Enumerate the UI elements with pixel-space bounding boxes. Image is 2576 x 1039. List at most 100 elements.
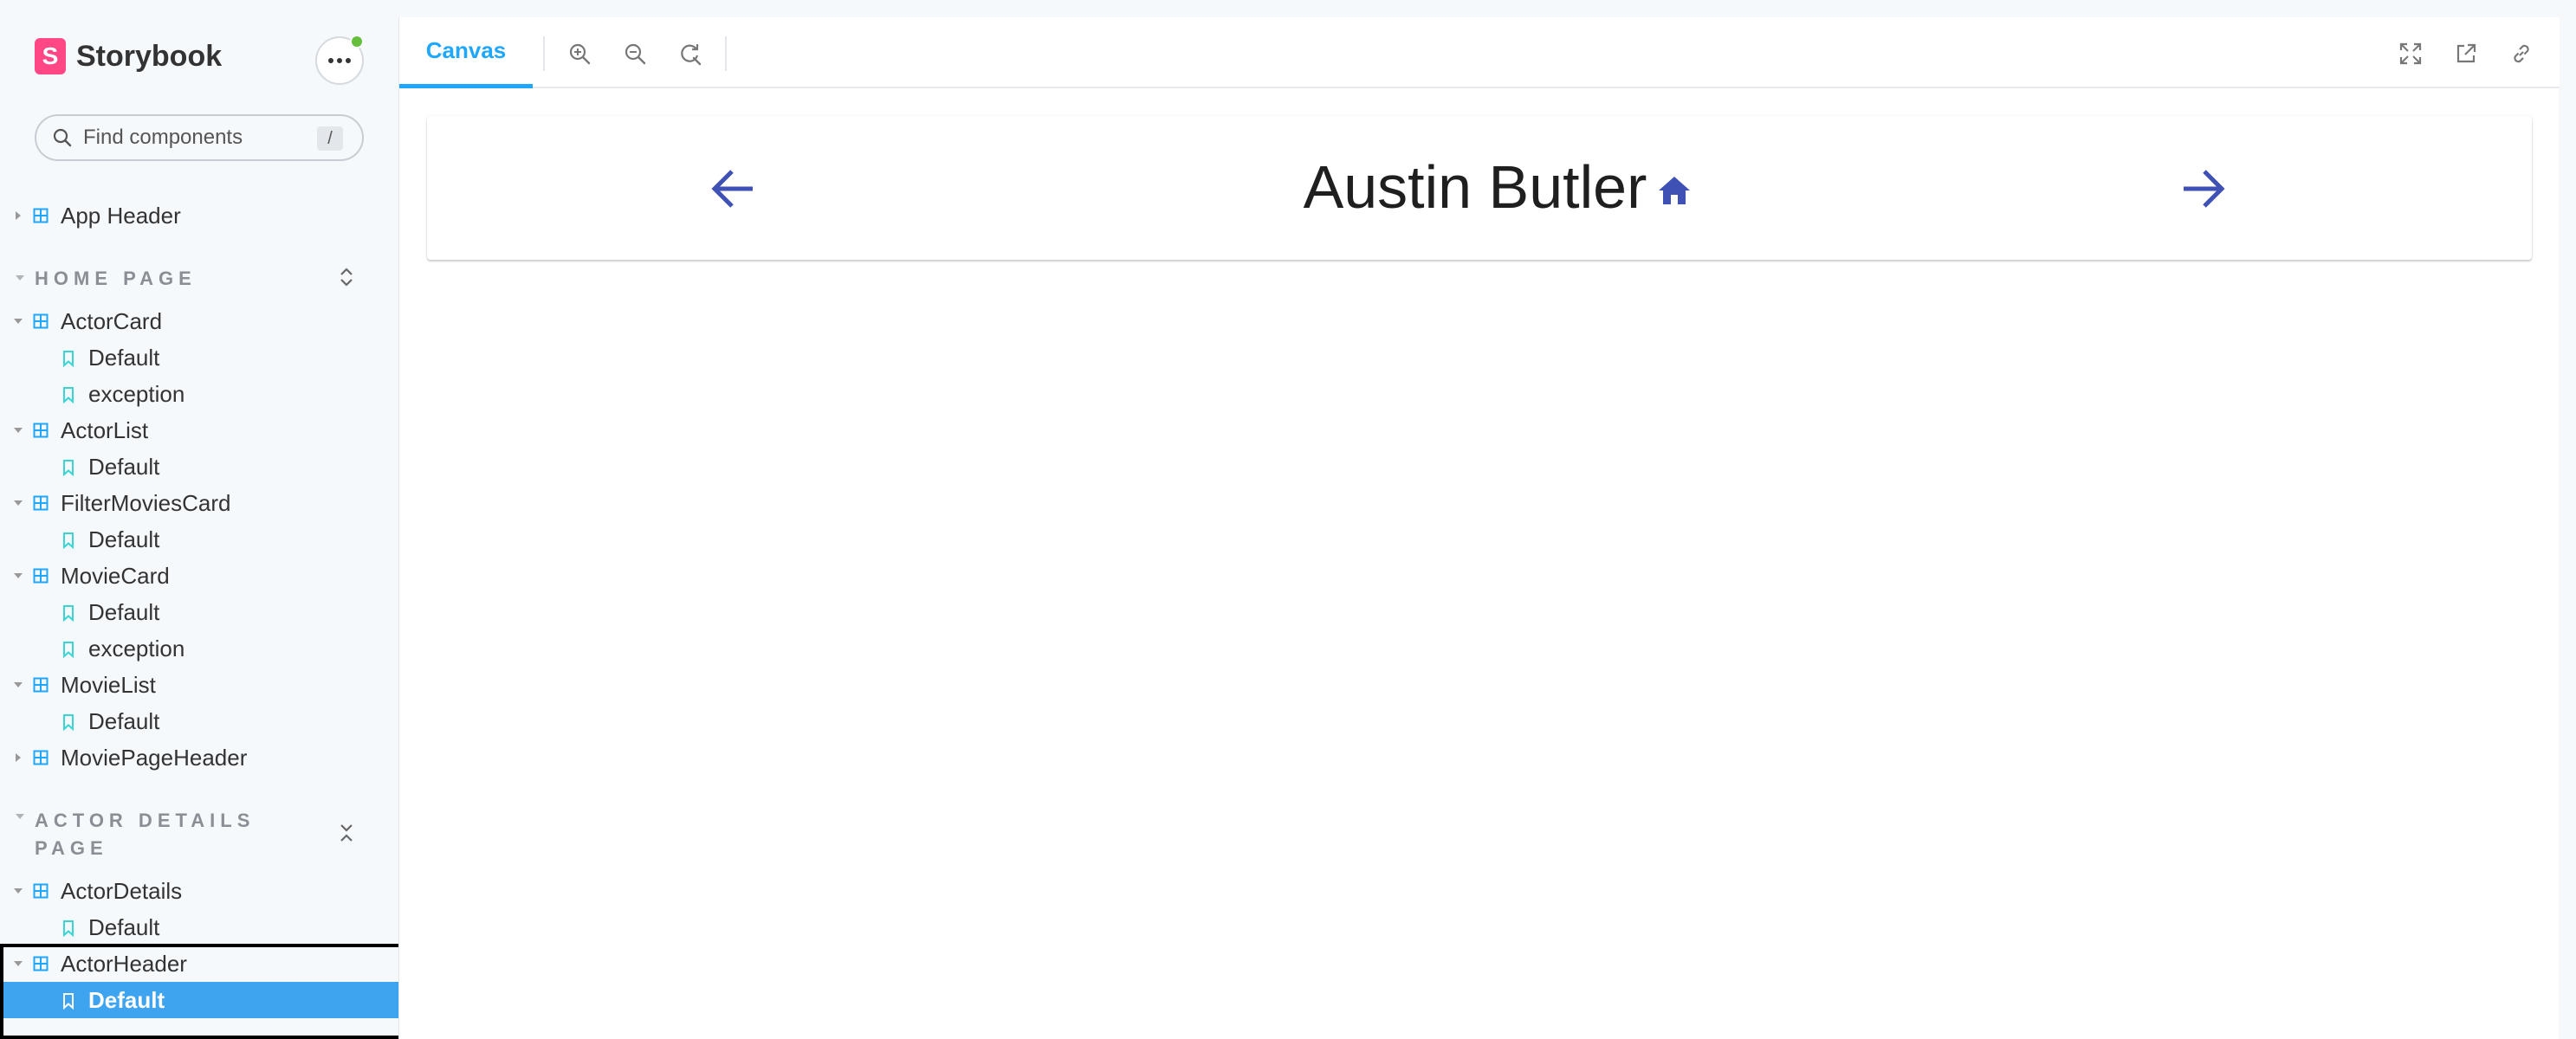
open-new-tab-button[interactable] — [2449, 36, 2483, 71]
tree-component-label: MoviePageHeader — [61, 744, 248, 771]
search-input[interactable] — [83, 126, 300, 150]
tree-component-label: ActorDetails — [61, 877, 183, 904]
tree-story-label: exception — [88, 380, 185, 407]
storybook-logo-icon: S — [35, 38, 66, 74]
component-icon — [33, 208, 49, 223]
zoom-out-button[interactable] — [618, 36, 652, 71]
copy-link-button[interactable] — [2504, 36, 2539, 71]
home-icon — [1659, 177, 1690, 204]
section-header-home-page[interactable]: HOME PAGE — [35, 265, 303, 293]
expanded-caret-icon — [14, 681, 23, 689]
bookmark-icon — [63, 387, 74, 403]
tree-story-label: Default — [88, 707, 160, 734]
brand[interactable]: S Storybook — [35, 38, 222, 74]
section-caret-icon — [16, 814, 24, 819]
tree-component-label: MovieCard — [61, 562, 170, 589]
arrow-forward-icon — [2184, 170, 2225, 208]
reset-zoom-button[interactable] — [673, 36, 708, 71]
forward-button[interactable] — [2175, 161, 2230, 216]
tree-story-movielist-default[interactable]: Default — [0, 703, 398, 739]
search-box[interactable]: / — [35, 114, 364, 161]
ellipsis-icon — [328, 58, 351, 63]
bookmark-icon — [63, 920, 74, 937]
tree-story-actorcard-exception[interactable]: exception — [0, 376, 398, 412]
toolbar-divider — [725, 36, 727, 71]
tab-canvas[interactable]: Canvas — [399, 17, 533, 88]
sidebar: S Storybook / App Header HOME PAGE Actor… — [0, 0, 407, 1039]
tree-component-actorheader[interactable]: ActorHeader — [0, 945, 398, 982]
copy-link-icon — [2514, 44, 2529, 63]
section-header-actor-details-page[interactable]: ACTOR DETAILS PAGE — [35, 807, 303, 862]
expand-collapse-all-button[interactable] — [336, 821, 357, 845]
bookmark-icon — [63, 605, 74, 622]
tree-story-label: Default — [88, 344, 160, 371]
preview-panel: Canvas Austin Butler — [398, 17, 2560, 1039]
tree-component-movielist[interactable]: MovieList — [0, 667, 398, 703]
component-icon — [33, 677, 49, 693]
expanded-caret-icon — [14, 571, 23, 580]
expanded-caret-icon — [14, 959, 23, 968]
bookmark-icon — [63, 460, 74, 476]
zoom-in-button[interactable] — [562, 36, 597, 71]
tree-story-label: Default — [88, 986, 165, 1013]
tree-component-label: FilterMoviesCard — [61, 489, 231, 516]
expanded-caret-icon — [14, 317, 23, 326]
tree-story-actorlist-default[interactable]: Default — [0, 449, 398, 485]
search-shortcut-key: / — [317, 126, 343, 151]
tree-story-moviecard-exception[interactable]: exception — [0, 630, 398, 667]
tree-component-label: App Header — [61, 202, 181, 229]
expanded-caret-icon — [14, 426, 23, 435]
tree-story-label: Default — [88, 913, 160, 940]
component-icon — [33, 750, 49, 765]
bookmark-icon — [63, 351, 74, 367]
search-icon — [53, 128, 72, 147]
actor-name-heading: Austin Butler — [1303, 153, 1647, 221]
tree-story-actorheader-default[interactable]: Default — [0, 982, 398, 1018]
bookmark-icon — [63, 714, 74, 731]
component-icon — [33, 883, 49, 899]
tree-component-app-header[interactable]: App Header — [0, 197, 398, 234]
toolbar-divider — [543, 36, 545, 71]
reset-zoom-icon — [681, 44, 702, 66]
tree-component-actordetails[interactable]: ActorDetails — [0, 873, 398, 909]
component-icon — [33, 313, 49, 329]
zoom-out-icon — [625, 43, 646, 65]
tree-story-label: Default — [88, 526, 160, 552]
tree-story-filtermoviescard-default[interactable]: Default — [0, 521, 398, 558]
arrow-back-icon — [711, 170, 753, 208]
tree-story-actordetails-default[interactable]: Default — [0, 909, 398, 945]
tree-story-label: Default — [88, 453, 160, 480]
fullscreen-icon — [2399, 42, 2422, 65]
tree-component-actorlist[interactable]: ActorList — [0, 412, 398, 449]
status-indicator — [350, 35, 364, 48]
tree-component-label: ActorCard — [61, 307, 163, 334]
tree-component-filtermoviescard[interactable]: FilterMoviesCard — [0, 485, 398, 521]
tree-story-label: Default — [88, 598, 160, 625]
collapsed-caret-icon — [14, 753, 23, 762]
tree-story-actorcard-default[interactable]: Default — [0, 339, 398, 376]
component-icon — [33, 956, 49, 971]
tree-component-moviecard[interactable]: MovieCard — [0, 558, 398, 594]
tree-component-label: MovieList — [61, 671, 156, 698]
actor-header-card: Austin Butler — [427, 116, 2532, 260]
tree-story-moviecard-default[interactable]: Default — [0, 594, 398, 630]
toolbar: Canvas — [399, 17, 2560, 88]
collapse-all-icon — [340, 824, 353, 842]
component-icon — [33, 495, 49, 511]
home-button[interactable] — [1655, 171, 1693, 210]
section-caret-icon — [16, 275, 24, 281]
brand-name: Storybook — [76, 39, 223, 73]
component-icon — [33, 568, 49, 584]
expand-all-icon — [340, 268, 353, 287]
tree-component-moviepageheader[interactable]: MoviePageHeader — [0, 739, 398, 776]
tree-component-label: ActorList — [61, 416, 149, 443]
collapsed-caret-icon — [14, 211, 23, 220]
fullscreen-button[interactable] — [2393, 36, 2428, 71]
bookmark-icon — [63, 532, 74, 549]
tree-component-actorcard[interactable]: ActorCard — [0, 303, 398, 339]
back-button[interactable] — [706, 161, 761, 216]
component-icon — [33, 423, 49, 438]
expand-collapse-all-button[interactable] — [336, 265, 357, 289]
bookmark-icon — [63, 642, 74, 658]
open-new-tab-icon — [2456, 43, 2476, 63]
